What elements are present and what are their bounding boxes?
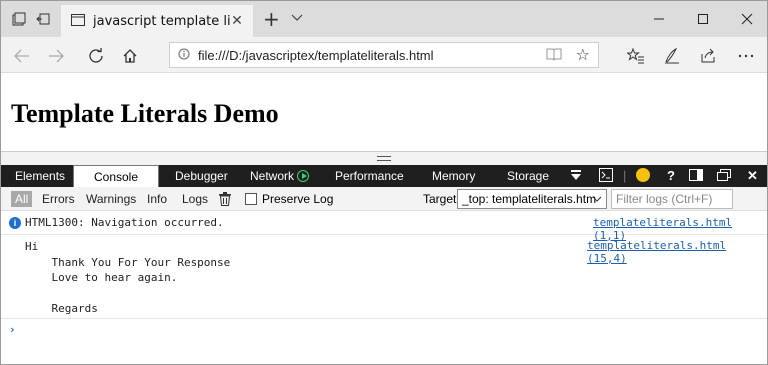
maximize-icon[interactable] [693,9,713,29]
new-tab-button[interactable]: + [263,9,280,29]
help-icon[interactable]: ? [667,165,675,187]
minimize-icon[interactable] [649,9,669,29]
tab-performance[interactable]: Performance [335,165,404,187]
info-icon[interactable] [178,48,190,63]
back-icon[interactable] [11,45,33,67]
preserve-log-checkbox[interactable] [245,193,257,205]
share-icon[interactable] [697,45,719,67]
info-message-icon: i [9,217,21,229]
forward-icon[interactable] [45,45,67,67]
tab-network-label: Network [250,169,295,183]
recording-play-icon [297,170,310,182]
close-icon[interactable]: ✕ [229,13,245,29]
feedback-smile-icon[interactable] [636,165,650,187]
separator: | [623,168,627,183]
tab-console[interactable]: Console [73,165,159,187]
tab-actions-icon[interactable] [9,9,29,29]
home-icon[interactable] [119,45,141,67]
tab-memory[interactable]: Memory [432,165,475,187]
address-bar[interactable]: file:///D:/javascriptex/templateliterals… [169,42,599,68]
message-text: Hi Thank You For Your Response Love to h… [25,240,231,315]
source-link[interactable]: templateliterals.html (15,4) [587,239,767,265]
dock-icon[interactable] [689,165,703,187]
clear-console-icon[interactable] [219,192,231,209]
target-select[interactable]: _top: templateliterals.htm [457,189,607,209]
filter-logs-input[interactable]: Filter logs (Ctrl+F) [611,189,733,209]
tab-title: javascript template literal [93,13,231,29]
page-heading: Template Literals Demo [11,99,279,128]
filter-logs[interactable]: Logs [182,191,208,207]
filter-info[interactable]: Info [147,191,167,207]
resize-grip-icon[interactable] [377,156,391,161]
url-text[interactable]: file:///D:/javascriptex/templateliterals… [198,48,434,63]
console-message-log: Hi Thank You For Your Response Love to h… [1,235,767,319]
tab-list-icon[interactable] [291,11,303,25]
devtools-tab-bar: Elements Console Debugger Network Perfor… [1,165,767,187]
filter-errors[interactable]: Errors [42,191,75,207]
favorites-icon[interactable] [625,45,647,67]
console-prompt[interactable]: › [9,323,16,336]
tab-elements[interactable]: Elements [15,165,65,187]
undock-icon[interactable] [717,165,731,187]
console-drawer-icon[interactable] [599,165,613,187]
close-window-icon[interactable] [737,9,757,29]
favorite-star-icon[interactable]: ☆ [576,45,590,64]
page-content: Template Literals Demo [1,73,767,151]
browser-window: javascript template literal ✕ + [0,0,768,365]
reading-view-icon[interactable] [546,47,562,64]
target-value: _top: templateliterals.htm [462,192,597,206]
filter-all[interactable]: All [11,191,33,207]
tab-active[interactable]: javascript template literal ✕ [61,5,253,37]
notes-icon[interactable] [661,45,683,67]
target-label: Target [423,192,457,206]
console-output: i HTML1300: Navigation occurred. templat… [1,211,767,364]
navigation-bar: file:///D:/javascriptex/templateliterals… [1,37,767,73]
devtools-splitter[interactable] [1,151,767,165]
tab-storage[interactable]: Storage [507,165,549,187]
preserve-log-label[interactable]: Preserve Log [262,191,333,207]
console-toolbar: All Errors Warnings Info Logs Preserve L… [1,187,767,211]
tab-bar: javascript template literal ✕ + [1,1,767,37]
page-icon [71,13,85,29]
chevron-down-icon [592,190,602,208]
filter-warnings[interactable]: Warnings [86,191,136,207]
console-message-info: i HTML1300: Navigation occurred. templat… [1,211,767,242]
more-icon[interactable] [735,45,757,67]
message-text: HTML1300: Navigation occurred. [25,216,224,229]
tab-debugger[interactable]: Debugger [175,165,228,187]
close-devtools-icon[interactable]: ✕ [747,165,758,187]
tab-network[interactable]: Network [250,165,310,187]
refresh-icon[interactable] [85,45,107,67]
set-tabs-aside-icon[interactable] [33,9,53,29]
overflow-menu-icon[interactable] [570,165,582,187]
